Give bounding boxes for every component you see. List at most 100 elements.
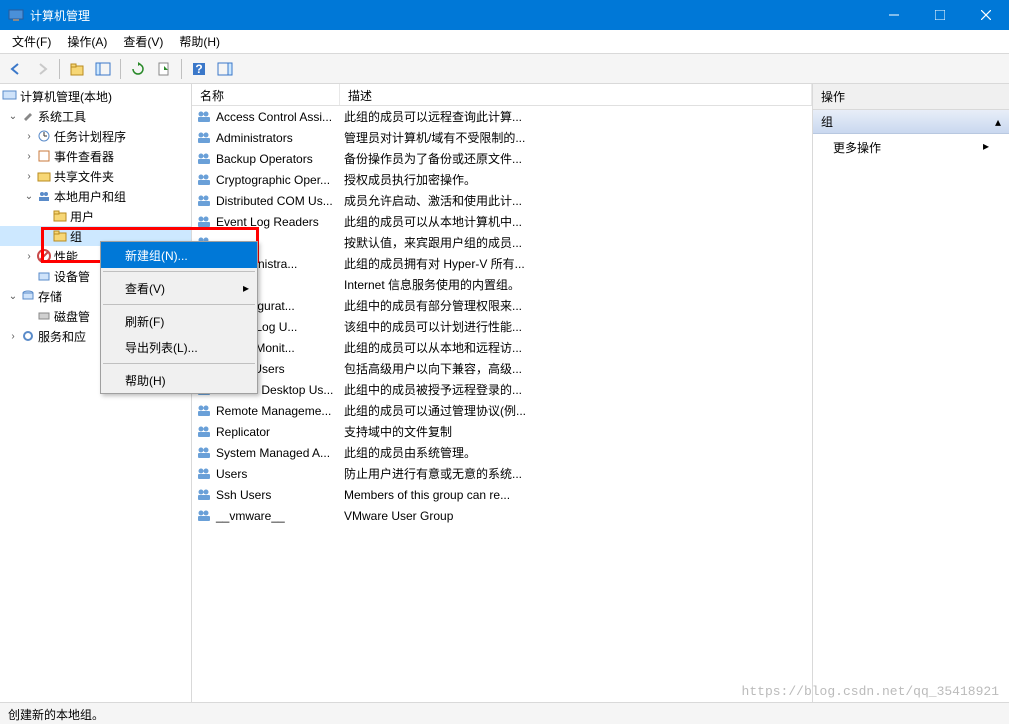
list-row[interactable]: SRSInternet 信息服务使用的内置组。	[192, 274, 812, 295]
status-text: 创建新的本地组。	[8, 708, 104, 722]
group-icon	[196, 109, 212, 125]
row-desc: 此组中的成员有部分管理权限来...	[340, 297, 812, 314]
menu-new-group[interactable]: 新建组(N)...	[101, 242, 257, 268]
menu-file[interactable]: 文件(F)	[4, 31, 59, 52]
row-desc: 该组中的成员可以计划进行性能...	[340, 318, 812, 335]
list-row[interactable]: -V Administra...此组的成员拥有对 Hyper-V 所有...	[192, 253, 812, 274]
list-pane: 名称 描述 Access Control Assi...此组的成员可以远程查询此…	[192, 84, 813, 702]
storage-icon	[20, 288, 36, 304]
list-row[interactable]: Event Log Readers此组的成员可以从本地计算机中...	[192, 211, 812, 232]
list-row[interactable]: __vmware__ VMware User Group	[192, 505, 812, 526]
list-row[interactable]: Users防止用户进行有意或无意的系统...	[192, 463, 812, 484]
row-desc: 包括高级用户以向下兼容，高级...	[340, 360, 812, 377]
actions-header: 操作	[813, 84, 1009, 110]
collapse-icon: ▴	[995, 115, 1001, 129]
actions-group-header[interactable]: 组 ▴	[813, 110, 1009, 134]
menu-export-list[interactable]: 导出列表(L)...	[101, 334, 257, 360]
close-button[interactable]	[963, 0, 1009, 30]
list-row[interactable]: Administrators管理员对计算机/域有不受限制的...	[192, 127, 812, 148]
row-name: Distributed COM Us...	[216, 194, 333, 208]
list-row[interactable]: Distributed COM Us...成员允许启动、激活和使用此计...	[192, 190, 812, 211]
back-button[interactable]	[4, 57, 28, 81]
titlebar: 计算机管理	[0, 0, 1009, 30]
event-icon	[36, 148, 52, 164]
tree-users[interactable]: 用户	[0, 206, 191, 226]
menu-refresh[interactable]: 刷新(F)	[101, 308, 257, 334]
menu-help[interactable]: 帮助(H)	[101, 367, 257, 393]
list-row[interactable]: mance Log U...该组中的成员可以计划进行性能...	[192, 316, 812, 337]
users-groups-icon	[36, 188, 52, 204]
list-row[interactable]: Cryptographic Oper...授权成员执行加密操作。	[192, 169, 812, 190]
list-row[interactable]: Access Control Assi...此组的成员可以远程查询此计算...	[192, 106, 812, 127]
actions-more[interactable]: 更多操作 ▸	[813, 134, 1009, 161]
group-icon	[196, 445, 212, 461]
context-menu: 新建组(N)... 查看(V)▸ 刷新(F) 导出列表(L)... 帮助(H)	[100, 241, 258, 394]
expand-icon[interactable]: ›	[6, 331, 20, 342]
maximize-button[interactable]	[917, 0, 963, 30]
collapse-icon[interactable]: ⌄	[6, 291, 20, 302]
expand-icon[interactable]: ›	[22, 171, 36, 182]
list-row[interactable]: Power Users包括高级用户以向下兼容，高级...	[192, 358, 812, 379]
list-row[interactable]: Replicator支持域中的文件复制	[192, 421, 812, 442]
chevron-right-icon: ▸	[243, 281, 249, 295]
tree-local-users-groups[interactable]: ⌄本地用户和组	[0, 186, 191, 206]
row-name: __vmware__	[216, 509, 285, 523]
tree-shared-folders[interactable]: ›共享文件夹	[0, 166, 191, 186]
row-desc: 支持域中的文件复制	[340, 423, 812, 440]
expand-icon[interactable]: ›	[22, 131, 36, 142]
row-desc: Members of this group can re...	[340, 488, 812, 502]
window-title: 计算机管理	[30, 7, 871, 24]
col-name[interactable]: 名称	[192, 84, 340, 105]
computer-icon	[2, 88, 18, 104]
menu-view[interactable]: 查看(V)▸	[101, 275, 257, 301]
row-desc: 此组的成员可以从本地计算机中...	[340, 213, 812, 230]
forward-button[interactable]	[30, 57, 54, 81]
list-row[interactable]: System Managed A...此组的成员由系统管理。	[192, 442, 812, 463]
expand-icon[interactable]: ›	[22, 151, 36, 162]
wrench-icon	[20, 108, 36, 124]
list-row[interactable]: Remote Desktop Us...此组中的成员被授予远程登录的...	[192, 379, 812, 400]
list-row[interactable]: Ssh UsersMembers of this group can re...	[192, 484, 812, 505]
folder-icon	[52, 208, 68, 224]
actions-group-label: 组	[821, 113, 833, 130]
row-name: System Managed A...	[216, 446, 330, 460]
list-row[interactable]: 按默认值，来宾跟用户组的成员...	[192, 232, 812, 253]
group-icon	[196, 130, 212, 146]
list-row[interactable]: Backup Operators备份操作员为了备份或还原文件...	[192, 148, 812, 169]
minimize-button[interactable]	[871, 0, 917, 30]
menu-help[interactable]: 帮助(H)	[171, 31, 228, 52]
actions-pane: 操作 组 ▴ 更多操作 ▸	[813, 84, 1009, 702]
tree-system-tools[interactable]: ⌄系统工具	[0, 106, 191, 126]
group-icon	[196, 214, 212, 230]
refresh-button[interactable]	[126, 57, 150, 81]
list-body[interactable]: Access Control Assi...此组的成员可以远程查询此计算...A…	[192, 106, 812, 702]
group-icon	[196, 466, 212, 482]
collapse-icon[interactable]: ⌄	[6, 111, 20, 122]
up-button[interactable]	[65, 57, 89, 81]
expand-icon[interactable]: ›	[22, 251, 36, 262]
row-desc: VMware User Group	[340, 509, 812, 523]
row-desc: 此组中的成员被授予远程登录的...	[340, 381, 812, 398]
show-hide-tree-button[interactable]	[91, 57, 115, 81]
col-desc[interactable]: 描述	[340, 84, 812, 105]
list-row[interactable]: mance Monit...此组的成员可以从本地和远程访...	[192, 337, 812, 358]
toolbar-separator	[181, 59, 182, 79]
menubar: 文件(F) 操作(A) 查看(V) 帮助(H)	[0, 30, 1009, 54]
tree-event-viewer[interactable]: ›事件查看器	[0, 146, 191, 166]
menu-view[interactable]: 查看(V)	[115, 31, 171, 52]
row-desc: 授权成员执行加密操作。	[340, 171, 812, 188]
menu-separator	[103, 304, 255, 305]
folder-icon	[52, 228, 68, 244]
actions-pane-button[interactable]	[213, 57, 237, 81]
row-desc: 此组的成员拥有对 Hyper-V 所有...	[340, 255, 812, 272]
menu-action[interactable]: 操作(A)	[59, 31, 115, 52]
tree-task-scheduler[interactable]: ›任务计划程序	[0, 126, 191, 146]
collapse-icon[interactable]: ⌄	[22, 191, 36, 202]
list-row[interactable]: rk Configurat...此组中的成员有部分管理权限来...	[192, 295, 812, 316]
export-button[interactable]	[152, 57, 176, 81]
device-icon	[36, 268, 52, 284]
group-icon	[196, 151, 212, 167]
help-button[interactable]: ?	[187, 57, 211, 81]
tree-root[interactable]: 计算机管理(本地)	[0, 86, 191, 106]
list-row[interactable]: Remote Manageme...此组的成员可以通过管理协议(例...	[192, 400, 812, 421]
